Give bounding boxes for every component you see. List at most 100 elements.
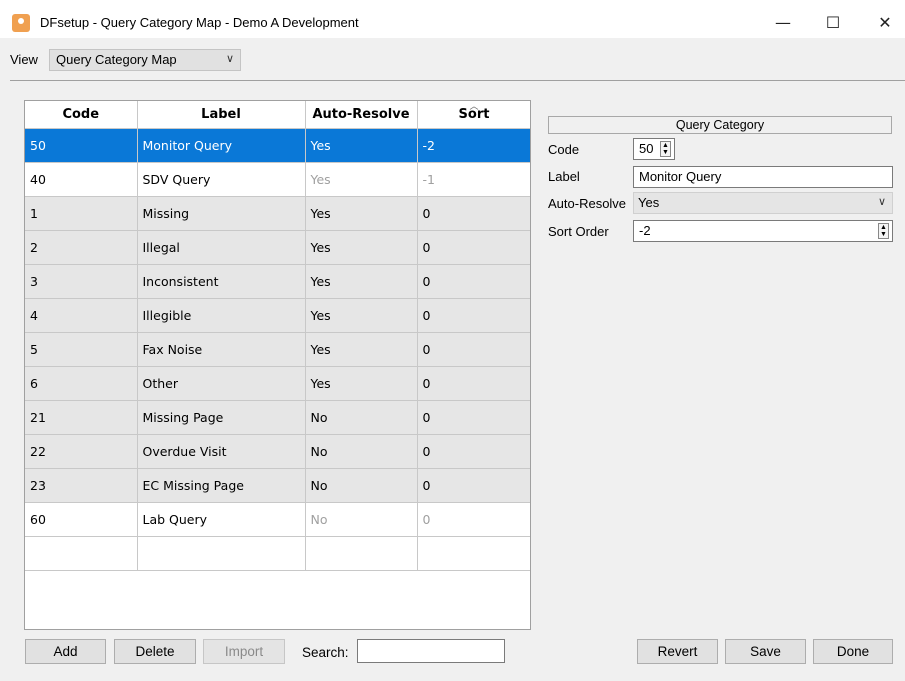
cell-label: Monitor Query — [137, 128, 306, 163]
cell-auto-resolve: No — [305, 434, 418, 469]
cell-code: 22 — [25, 434, 138, 469]
table-row[interactable]: 23 EC Missing Page No 0 — [25, 468, 530, 503]
cell-label: Fax Noise — [137, 332, 306, 367]
cell-sort: -1 — [417, 162, 530, 197]
label-value: Monitor Query — [639, 169, 722, 184]
sort-order-label: Sort Order — [548, 224, 609, 239]
view-select-value: Query Category Map — [56, 52, 177, 67]
category-table: Code Label Auto-Resolve ︿ Sort 50 Monito… — [24, 100, 531, 630]
cell-sort: 0 — [417, 298, 530, 333]
table-row[interactable]: 4 Illegible Yes 0 — [25, 298, 530, 333]
sort-ascending-icon: ︿ — [469, 102, 479, 112]
column-header-code[interactable]: Code — [25, 101, 138, 129]
cell-sort: 0 — [417, 264, 530, 299]
table-row[interactable]: 1 Missing Yes 0 — [25, 196, 530, 231]
cell-label: EC Missing Page — [137, 468, 306, 503]
empty-row[interactable] — [25, 536, 530, 571]
empty-cell — [417, 536, 530, 571]
column-header-label[interactable]: Label — [137, 101, 306, 129]
empty-cell — [305, 536, 418, 571]
spinner-arrows-icon[interactable]: ▲ ▼ — [878, 223, 889, 239]
table-row[interactable]: 40 SDV Query Yes -1 — [25, 162, 530, 197]
empty-cell — [137, 536, 306, 571]
label-field[interactable]: Monitor Query — [633, 166, 893, 188]
close-button[interactable]: ✕ — [862, 8, 905, 38]
cell-auto-resolve: Yes — [305, 128, 418, 163]
cell-auto-resolve: Yes — [305, 230, 418, 265]
cell-sort: 0 — [417, 332, 530, 367]
cell-label: Overdue Visit — [137, 434, 306, 469]
table-row[interactable]: 5 Fax Noise Yes 0 — [25, 332, 530, 367]
code-value: 50 — [639, 141, 654, 156]
column-header-auto-resolve[interactable]: Auto-Resolve — [305, 101, 418, 129]
revert-button[interactable]: Revert — [637, 639, 718, 664]
table-row[interactable]: 21 Missing Page No 0 — [25, 400, 530, 435]
sort-order-field[interactable]: -2 ▲ ▼ — [633, 220, 893, 242]
cell-label: Lab Query — [137, 502, 306, 537]
cell-code: 4 — [25, 298, 138, 333]
cell-code: 21 — [25, 400, 138, 435]
cell-sort: 0 — [417, 468, 530, 503]
table-row[interactable]: 6 Other Yes 0 — [25, 366, 530, 401]
column-header-sort[interactable]: ︿ Sort — [417, 101, 530, 129]
cell-code: 60 — [25, 502, 138, 537]
table-row[interactable]: 22 Overdue Visit No 0 — [25, 434, 530, 469]
cell-code: 1 — [25, 196, 138, 231]
table-row[interactable]: 60 Lab Query No 0 — [25, 502, 530, 537]
auto-resolve-label: Auto-Resolve — [548, 196, 627, 211]
cell-label: SDV Query — [137, 162, 306, 197]
import-button[interactable]: Import — [203, 639, 285, 664]
window-title: DFsetup - Query Category Map - Demo A De… — [40, 15, 359, 30]
code-label: Code — [548, 142, 580, 157]
add-button[interactable]: Add — [25, 639, 106, 664]
delete-button[interactable]: Delete — [114, 639, 196, 664]
cell-label: Other — [137, 366, 306, 401]
chevron-down-icon: ∨ — [225, 53, 234, 65]
cell-label: Missing Page — [137, 400, 306, 435]
cell-label: Missing — [137, 196, 306, 231]
cell-sort: 0 — [417, 196, 530, 231]
cell-sort: 0 — [417, 400, 530, 435]
cell-auto-resolve: No — [305, 502, 418, 537]
cell-label: Illegal — [137, 230, 306, 265]
table-row[interactable]: 2 Illegal Yes 0 — [25, 230, 530, 265]
cell-auto-resolve: Yes — [305, 298, 418, 333]
cell-label: Inconsistent — [137, 264, 306, 299]
cell-auto-resolve: No — [305, 468, 418, 503]
divider — [10, 80, 905, 81]
cell-code: 5 — [25, 332, 138, 367]
cell-auto-resolve: Yes — [305, 196, 418, 231]
cell-sort: 0 — [417, 434, 530, 469]
cell-sort: 0 — [417, 230, 530, 265]
cell-sort: 0 — [417, 502, 530, 537]
cell-auto-resolve: Yes — [305, 162, 418, 197]
table-row[interactable]: 50 Monitor Query Yes -2 — [25, 128, 530, 163]
search-input[interactable] — [357, 639, 505, 663]
cell-sort: 0 — [417, 366, 530, 401]
chevron-down-icon: ∨ — [877, 196, 886, 208]
table-row[interactable]: 3 Inconsistent Yes 0 — [25, 264, 530, 299]
view-label: View — [10, 52, 38, 67]
cell-code: 2 — [25, 230, 138, 265]
save-button[interactable]: Save — [725, 639, 806, 664]
window-body: View Query Category Map ∨ Code Label Aut… — [0, 38, 905, 681]
auto-resolve-select[interactable]: Yes ∨ — [633, 192, 893, 214]
cell-auto-resolve: No — [305, 400, 418, 435]
panel-title: Query Category — [548, 116, 892, 134]
done-button[interactable]: Done — [813, 639, 893, 664]
cell-code: 6 — [25, 366, 138, 401]
auto-resolve-value: Yes — [638, 195, 660, 210]
cell-code: 23 — [25, 468, 138, 503]
app-icon — [12, 14, 30, 32]
cell-code: 50 — [25, 128, 138, 163]
cell-auto-resolve: Yes — [305, 366, 418, 401]
spinner-arrows-icon[interactable]: ▲ ▼ — [660, 141, 671, 157]
cell-code: 3 — [25, 264, 138, 299]
code-field[interactable]: 50 ▲ ▼ — [633, 138, 675, 160]
minimize-button[interactable]: — — [760, 8, 806, 38]
view-select[interactable]: Query Category Map ∨ — [49, 49, 241, 71]
maximize-button[interactable]: ☐ — [810, 8, 856, 38]
search-label: Search: — [302, 645, 349, 660]
cell-auto-resolve: Yes — [305, 264, 418, 299]
cell-code: 40 — [25, 162, 138, 197]
